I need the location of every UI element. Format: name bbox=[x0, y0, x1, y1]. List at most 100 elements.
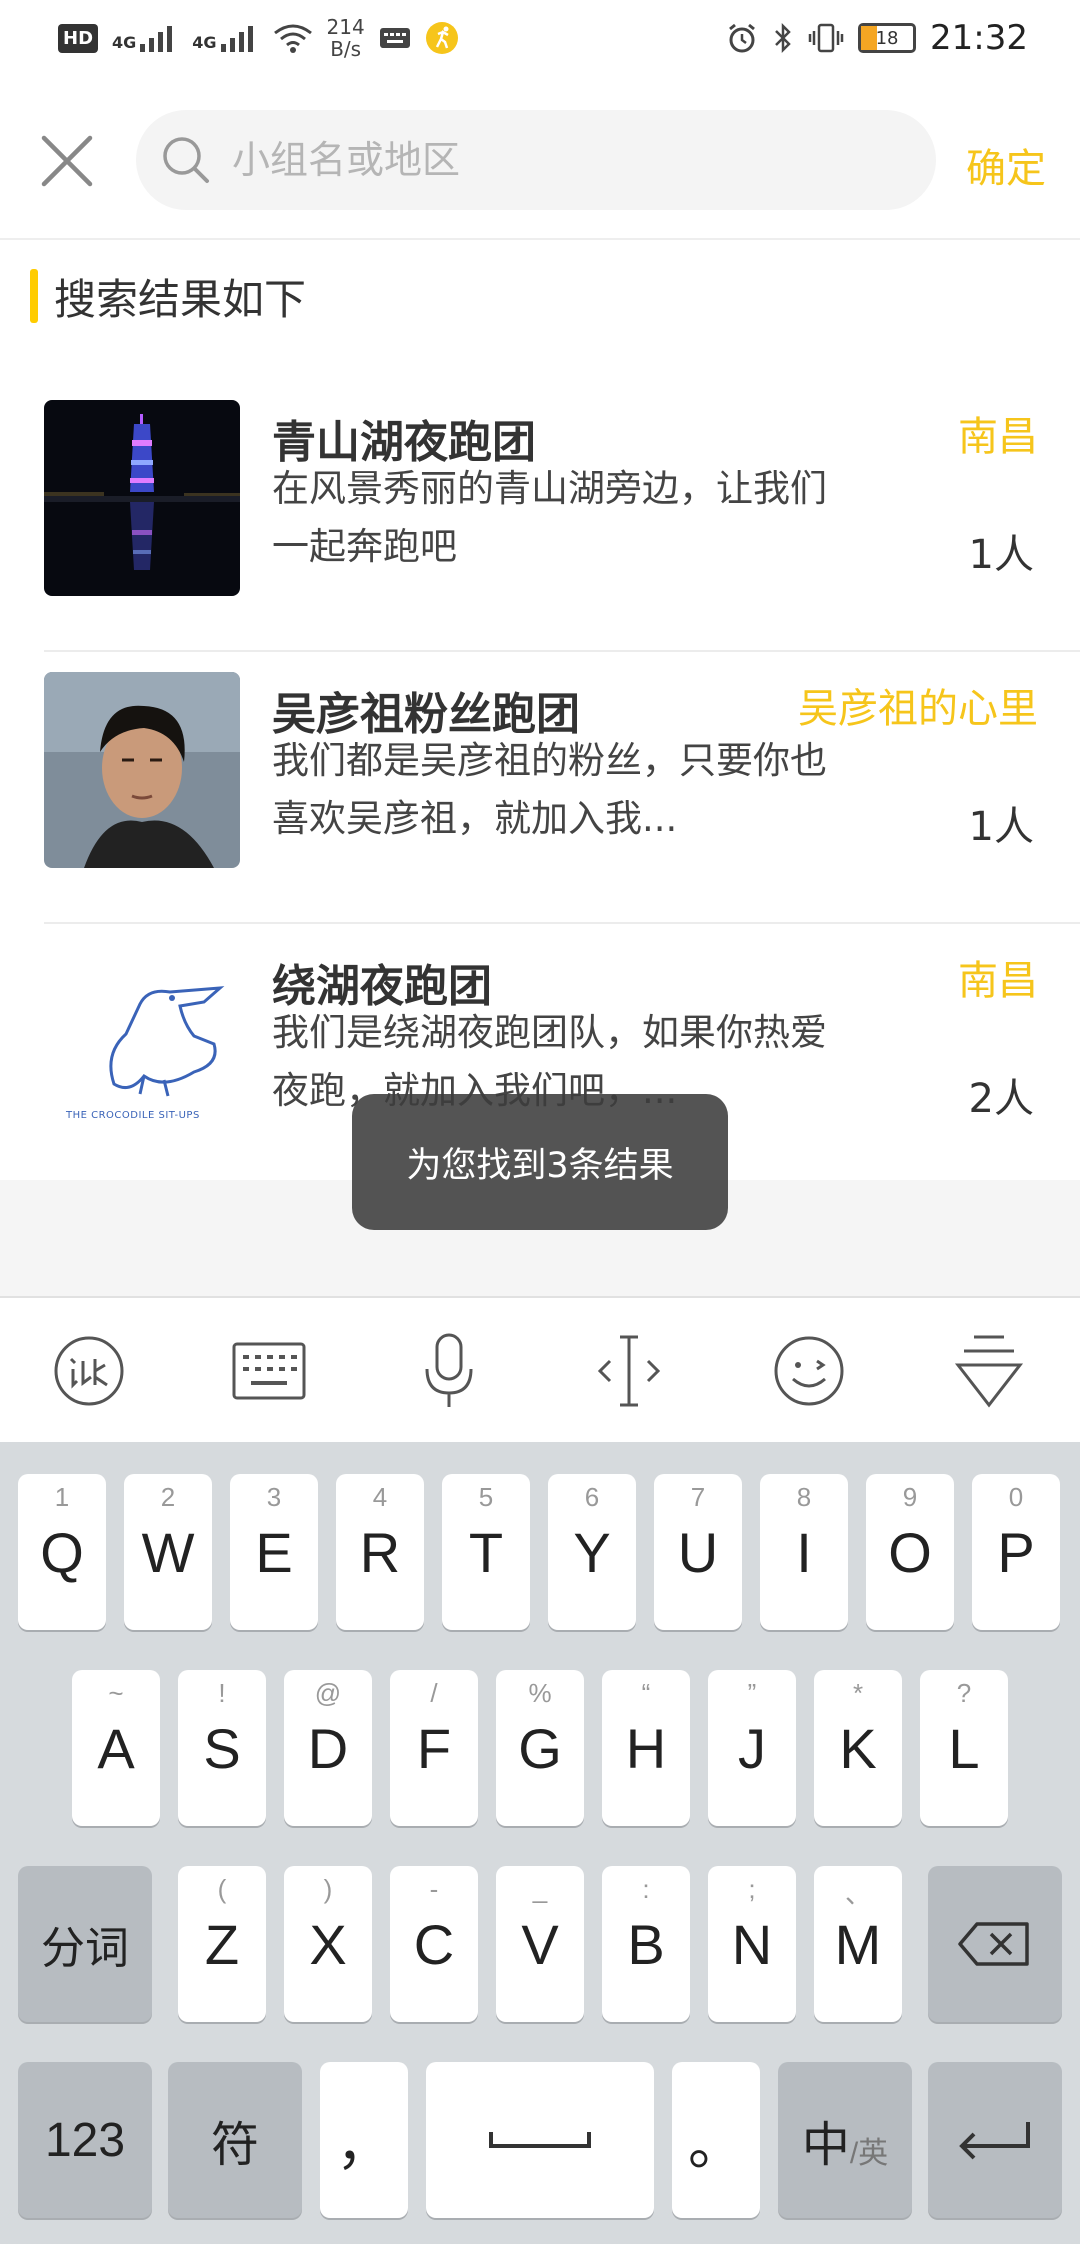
key-sub-label: “ bbox=[641, 1678, 651, 1708]
key-b[interactable]: :B bbox=[602, 1866, 690, 2022]
result-region: 吴彦祖的心里 bbox=[798, 686, 1038, 732]
key-k[interactable]: * K bbox=[814, 1670, 902, 1826]
key-sub-label: 9 bbox=[902, 1482, 918, 1512]
keyboard-toolbar bbox=[0, 1296, 1080, 1442]
search-bar[interactable] bbox=[136, 110, 936, 210]
space-icon bbox=[489, 2132, 591, 2148]
key-sub-label: 1 bbox=[54, 1482, 70, 1512]
key-p[interactable]: 0P bbox=[972, 1474, 1060, 1630]
key-d[interactable]: @ D bbox=[284, 1670, 372, 1826]
keyboard-icon[interactable] bbox=[226, 1328, 312, 1414]
key-sub-label: ! bbox=[218, 1678, 226, 1708]
key-f[interactable]: / F bbox=[390, 1670, 478, 1826]
key-m[interactable]: 、 M bbox=[814, 1866, 902, 2022]
key-sub-label: ? bbox=[956, 1678, 972, 1708]
numeric-key[interactable]: 123 bbox=[18, 2062, 152, 2218]
close-button[interactable] bbox=[38, 132, 96, 190]
key-g[interactable]: % G bbox=[496, 1670, 584, 1826]
key-label: 符 bbox=[210, 2119, 259, 2172]
cursor-icon[interactable] bbox=[586, 1328, 672, 1414]
signal-icon-2: 4G bbox=[192, 24, 258, 52]
symbol-key[interactable]: 符 bbox=[168, 2062, 302, 2218]
key-sub-label: @ bbox=[314, 1678, 342, 1708]
battery-level: 18 bbox=[875, 27, 899, 49]
key-sub-label: 3 bbox=[266, 1482, 282, 1512]
key-o[interactable]: 9O bbox=[866, 1474, 954, 1630]
result-region: 南昌 bbox=[958, 958, 1038, 1004]
bluetooth-icon bbox=[775, 22, 791, 54]
search-input[interactable] bbox=[232, 138, 892, 182]
vibrate-icon bbox=[808, 23, 844, 53]
backspace-icon bbox=[958, 1922, 1029, 1966]
running-app-icon bbox=[425, 22, 458, 54]
enter-icon bbox=[959, 2122, 1030, 2160]
collapse-keyboard-icon[interactable] bbox=[946, 1328, 1032, 1414]
key-sub-label: 0 bbox=[1008, 1482, 1024, 1512]
key-x[interactable]: ) X bbox=[284, 1866, 372, 2022]
key-sub-label: 8 bbox=[796, 1482, 812, 1512]
key-t[interactable]: 5T bbox=[442, 1474, 530, 1630]
key-sub-label: 、 bbox=[844, 1879, 871, 1909]
key-i[interactable]: 8I bbox=[760, 1474, 848, 1630]
key-r[interactable]: 4R bbox=[336, 1474, 424, 1630]
key-label: V bbox=[521, 1912, 559, 1976]
segment-key[interactable]: 分词 bbox=[18, 1866, 152, 2022]
key-u[interactable]: 7U bbox=[654, 1474, 742, 1630]
key-sub-label: ” bbox=[747, 1678, 757, 1708]
key-sub-label: 2 bbox=[160, 1482, 176, 1512]
section-title: 搜索结果如下 bbox=[30, 268, 306, 324]
key-label: J bbox=[738, 1716, 766, 1780]
key-label: D bbox=[307, 1716, 349, 1780]
key-sub-label: % bbox=[528, 1678, 552, 1708]
key-l[interactable]: ? L bbox=[920, 1670, 1008, 1826]
key-w[interactable]: 2W bbox=[124, 1474, 212, 1630]
close-icon bbox=[41, 135, 93, 187]
key-q[interactable]: 1Q bbox=[18, 1474, 106, 1630]
space-key[interactable] bbox=[426, 2062, 654, 2218]
key-sub-label: * bbox=[852, 1678, 864, 1708]
key-label: P bbox=[997, 1520, 1035, 1584]
search-icon bbox=[163, 137, 209, 183]
result-member-count: 1人 bbox=[968, 532, 1034, 578]
key-a[interactable]: ~ A bbox=[72, 1670, 160, 1826]
microphone-icon[interactable] bbox=[406, 1328, 492, 1414]
toast-message: 为您找到3条结果 bbox=[352, 1094, 728, 1230]
period-key[interactable]: 。 bbox=[672, 2062, 760, 2218]
backspace-key[interactable] bbox=[928, 1866, 1062, 2022]
clock: 21:32 bbox=[930, 18, 1028, 58]
key-sub-label: ) bbox=[323, 1874, 333, 1904]
key-h[interactable]: “H bbox=[602, 1670, 690, 1826]
key-label: R bbox=[359, 1520, 401, 1584]
comma-key[interactable]: ， bbox=[320, 2062, 408, 2218]
key-c[interactable]: -C bbox=[390, 1866, 478, 2022]
result-item[interactable]: 青山湖夜跑团 南昌 在风景秀丽的青山湖旁边，让我们一起奔跑吧 1人 bbox=[44, 380, 1080, 652]
key-s[interactable]: ! S bbox=[178, 1670, 266, 1826]
key-sub-label: / bbox=[430, 1678, 438, 1708]
key-v[interactable]: _ V bbox=[496, 1866, 584, 2022]
emoji-icon[interactable] bbox=[766, 1328, 852, 1414]
key-y[interactable]: 6Y bbox=[548, 1474, 636, 1630]
xunfei-icon[interactable] bbox=[46, 1328, 132, 1414]
signal-icon-1: 4G bbox=[112, 24, 178, 52]
result-member-count: 1人 bbox=[968, 804, 1034, 850]
key-label: 123 bbox=[44, 2113, 126, 2167]
key-label: Z bbox=[204, 1912, 240, 1976]
key-j[interactable]: ” J bbox=[708, 1670, 796, 1826]
key-label: Q bbox=[40, 1520, 84, 1584]
key-sub-label: ( bbox=[217, 1874, 227, 1904]
battery-icon: 18 bbox=[858, 23, 917, 53]
key-n[interactable]: ; N bbox=[708, 1866, 796, 2022]
thumbnail-caption: THE CROCODILE SIT-UPS bbox=[66, 1110, 200, 1121]
key-label: 中 bbox=[801, 2119, 850, 2172]
enter-key[interactable] bbox=[928, 2062, 1062, 2218]
key-e[interactable]: 3E bbox=[230, 1474, 318, 1630]
confirm-button[interactable]: 确定 bbox=[966, 136, 1046, 194]
result-item[interactable]: 吴彦祖粉丝跑团 吴彦祖的心里 我们都是吴彦祖的粉丝，只要你也喜欢吴彦祖，就加入我… bbox=[44, 652, 1080, 924]
key-label: F bbox=[416, 1716, 452, 1780]
key-z[interactable]: (Z bbox=[178, 1866, 266, 2022]
key-label: W bbox=[141, 1520, 195, 1584]
key-label: 分词 bbox=[41, 1924, 129, 1973]
key-label: I bbox=[796, 1520, 812, 1584]
language-switch-key[interactable]: 中/英 bbox=[778, 2062, 912, 2218]
speed-value: 214 bbox=[326, 15, 365, 39]
